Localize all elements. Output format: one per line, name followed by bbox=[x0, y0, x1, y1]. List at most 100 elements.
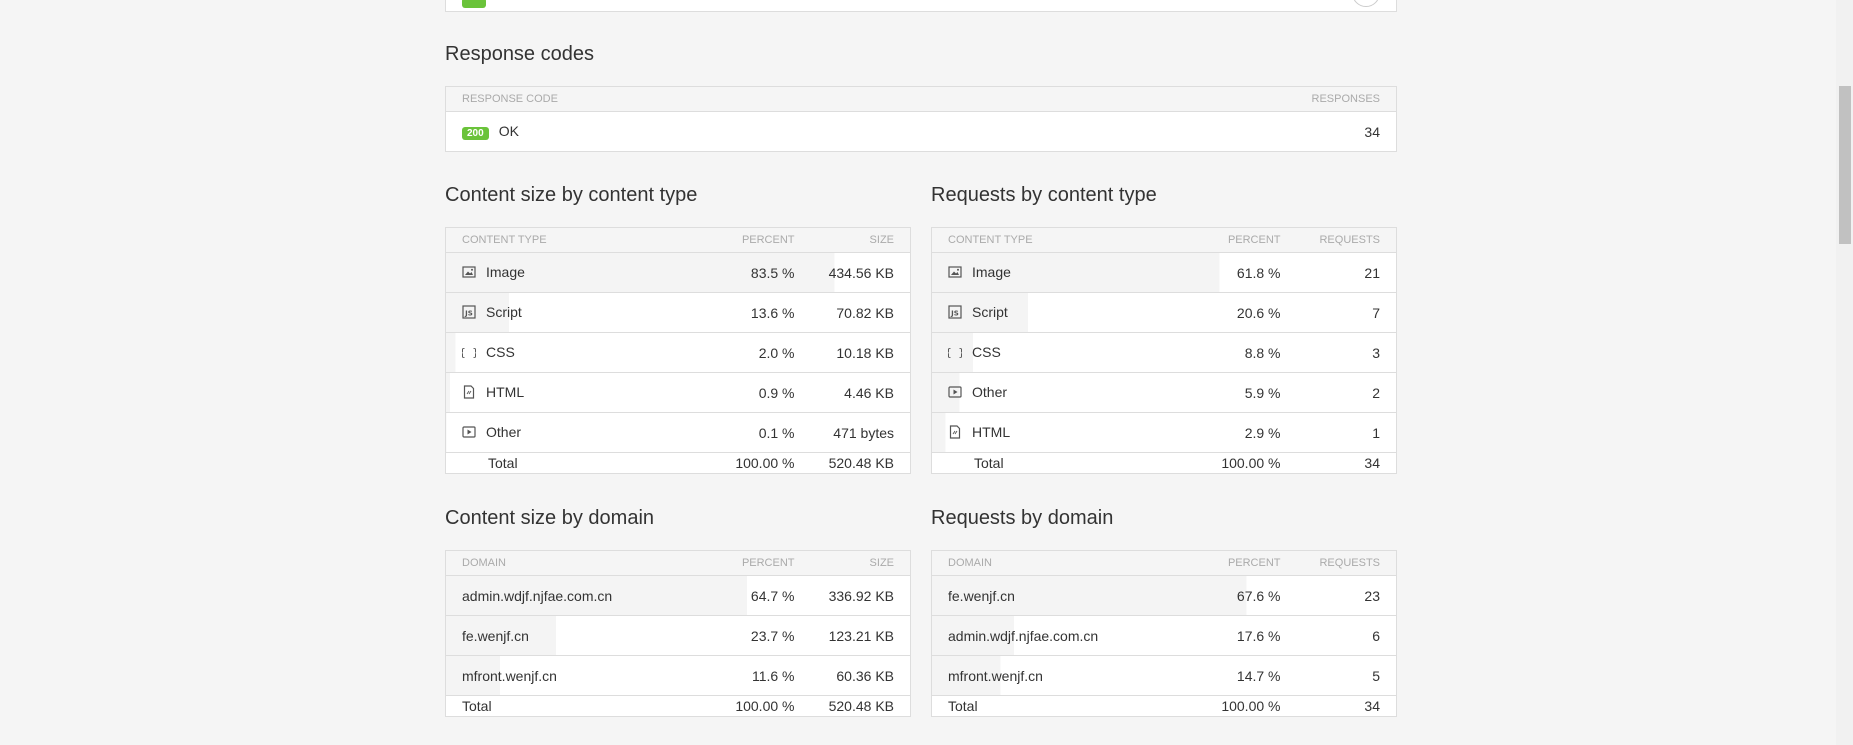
size-by-domain-title: Content size by domain bbox=[445, 507, 655, 529]
amount-value: 6 bbox=[1296, 615, 1397, 656]
table-row: Other 0.1 % 471 bytes bbox=[445, 412, 911, 453]
requests-by-domain-title: Requests by domain bbox=[931, 507, 1114, 529]
table-row: Other 5.9 % 2 bbox=[931, 372, 1397, 413]
svg-text:JS: JS bbox=[464, 309, 473, 317]
table-row: admin.wdjf.njfae.com.cn 64.7 % 336.92 KB bbox=[445, 575, 911, 616]
percent-value: 17.6 % bbox=[1196, 615, 1297, 656]
total-value: 520.48 KB bbox=[828, 698, 894, 714]
total-percent: 100.00 % bbox=[735, 698, 795, 714]
content-type-label: Script bbox=[486, 303, 522, 320]
amount-value: 2 bbox=[1296, 372, 1397, 413]
table-row: mfront.wenjf.cn 11.6 % 60.36 KB bbox=[445, 655, 911, 696]
script-icon: JS bbox=[948, 304, 962, 319]
domain-label: fe.wenjf.cn bbox=[948, 587, 1015, 604]
content-type-label: Script bbox=[972, 303, 1008, 320]
percent-value: 5.9 % bbox=[1196, 372, 1297, 413]
col-header-response-code: Response code bbox=[445, 86, 1197, 112]
status-badge bbox=[462, 0, 486, 8]
size-by-type-table: Content type Percent Size Image 83.5 % 434.56… bbox=[445, 227, 911, 474]
amount-value: 336.92 KB bbox=[810, 575, 911, 616]
domain-label: mfront.wenjf.cn bbox=[948, 667, 1043, 684]
col-header-percent: Percent bbox=[710, 227, 811, 253]
col-header-content-type: Content type bbox=[931, 227, 1197, 253]
col-header-responses: Responses bbox=[1196, 86, 1397, 112]
response-codes-title: Response codes bbox=[445, 43, 594, 65]
table-row: fe.wenjf.cn 67.6 % 23 bbox=[931, 575, 1397, 616]
amount-value: 4.46 KB bbox=[810, 372, 911, 413]
content-type-label: Other bbox=[486, 423, 522, 440]
col-header-percent: Percent bbox=[1196, 550, 1297, 576]
image-icon bbox=[462, 265, 476, 279]
other-icon bbox=[948, 385, 962, 399]
amount-value: 7 bbox=[1296, 292, 1397, 333]
table-row: admin.wdjf.njfae.com.cn 17.6 % 6 bbox=[931, 615, 1397, 656]
col-header-requests: Requests bbox=[1296, 227, 1397, 253]
percent-value: 23.7 % bbox=[710, 615, 811, 656]
table-row: HTML 2.9 % 1 bbox=[931, 412, 1397, 453]
col-header-percent: Percent bbox=[1196, 227, 1297, 253]
domain-label: fe.wenjf.cn bbox=[462, 627, 529, 644]
table-row: JS Script 13.6 % 70.82 KB bbox=[445, 292, 911, 333]
col-header-percent: Percent bbox=[710, 550, 811, 576]
domain-label: admin.wdjf.njfae.com.cn bbox=[462, 587, 613, 604]
table-row: Image 83.5 % 434.56 KB bbox=[445, 252, 911, 293]
table-row: fe.wenjf.cn 23.7 % 123.21 KB bbox=[445, 615, 911, 656]
amount-value: 434.56 KB bbox=[810, 252, 911, 293]
percent-value: 64.7 % bbox=[710, 575, 811, 616]
response-codes-table: Response code Responses 200 OK 34 bbox=[445, 86, 1397, 152]
percent-value: 2.9 % bbox=[1196, 412, 1297, 453]
vertical-scrollbar[interactable] bbox=[1836, 0, 1853, 745]
amount-value: 471 bytes bbox=[810, 412, 911, 453]
col-header-content-type: Content type bbox=[445, 227, 711, 253]
content-type-label: CSS bbox=[486, 343, 515, 360]
total-percent: 100.00 % bbox=[1221, 455, 1281, 471]
image-icon bbox=[948, 265, 962, 279]
col-header-size: Size bbox=[810, 550, 911, 576]
scrollbar-thumb[interactable] bbox=[1839, 86, 1851, 244]
table-row: mfront.wenjf.cn 14.7 % 5 bbox=[931, 655, 1397, 696]
table-row: HTML 0.9 % 4.46 KB bbox=[445, 372, 911, 413]
expand-button[interactable] bbox=[1352, 0, 1380, 7]
status-text: OK bbox=[498, 123, 519, 139]
requests-by-domain-table: Domain Percent Requests fe.wenjf.cn 67.6 % 23… bbox=[931, 550, 1397, 717]
domain-label: mfront.wenjf.cn bbox=[462, 667, 557, 684]
col-header-requests: Requests bbox=[1296, 550, 1397, 576]
amount-value: 10.18 KB bbox=[810, 332, 911, 373]
content-type-label: HTML bbox=[486, 383, 525, 400]
amount-value: 3 bbox=[1296, 332, 1397, 373]
css-icon: { } bbox=[948, 345, 962, 359]
percent-value: 20.6 % bbox=[1196, 292, 1297, 333]
html-icon bbox=[948, 424, 962, 439]
requests-by-type-title: Requests by content type bbox=[931, 184, 1157, 206]
html-icon bbox=[462, 384, 476, 399]
amount-value: 123.21 KB bbox=[810, 615, 911, 656]
table-row: Image 61.8 % 21 bbox=[931, 252, 1397, 293]
total-percent: 100.00 % bbox=[735, 455, 795, 471]
content-type-label: Other bbox=[972, 383, 1008, 400]
total-value: 34 bbox=[1364, 698, 1380, 714]
table-row: { } CSS 8.8 %3 bbox=[931, 332, 1397, 373]
percent-value: 0.9 % bbox=[710, 372, 811, 413]
total-value: 34 bbox=[1364, 455, 1380, 471]
percent-value: 13.6 % bbox=[710, 292, 811, 333]
amount-value: 60.36 KB bbox=[810, 655, 911, 696]
previous-panel-edge bbox=[445, 0, 1397, 12]
requests-by-type-table: Content type Percent Requests Image 61.8 % 21… bbox=[931, 227, 1397, 474]
table-row: JS Script 20.6 % 7 bbox=[931, 292, 1397, 333]
css-icon: { } bbox=[462, 345, 476, 359]
total-percent: 100.00 % bbox=[1221, 698, 1281, 714]
percent-value: 0.1 % bbox=[710, 412, 811, 453]
percent-value: 14.7 % bbox=[1196, 655, 1297, 696]
content-type-label: CSS bbox=[972, 343, 1001, 360]
total-label: Total bbox=[948, 698, 978, 714]
col-header-size: Size bbox=[810, 227, 911, 253]
percent-value: 61.8 % bbox=[1196, 252, 1297, 293]
amount-value: 21 bbox=[1296, 252, 1397, 293]
percent-value: 8.8 % bbox=[1196, 332, 1297, 373]
content-type-label: Image bbox=[972, 263, 1011, 280]
total-row: Total 100.00 % 520.48 KB bbox=[446, 696, 911, 717]
content-type-label: HTML bbox=[972, 423, 1011, 440]
total-row: Total 100.00 % 520.48 KB bbox=[446, 453, 911, 474]
table-row: { } CSS 2.0 %10.18 KB bbox=[445, 332, 911, 373]
total-label: Total bbox=[462, 698, 492, 714]
